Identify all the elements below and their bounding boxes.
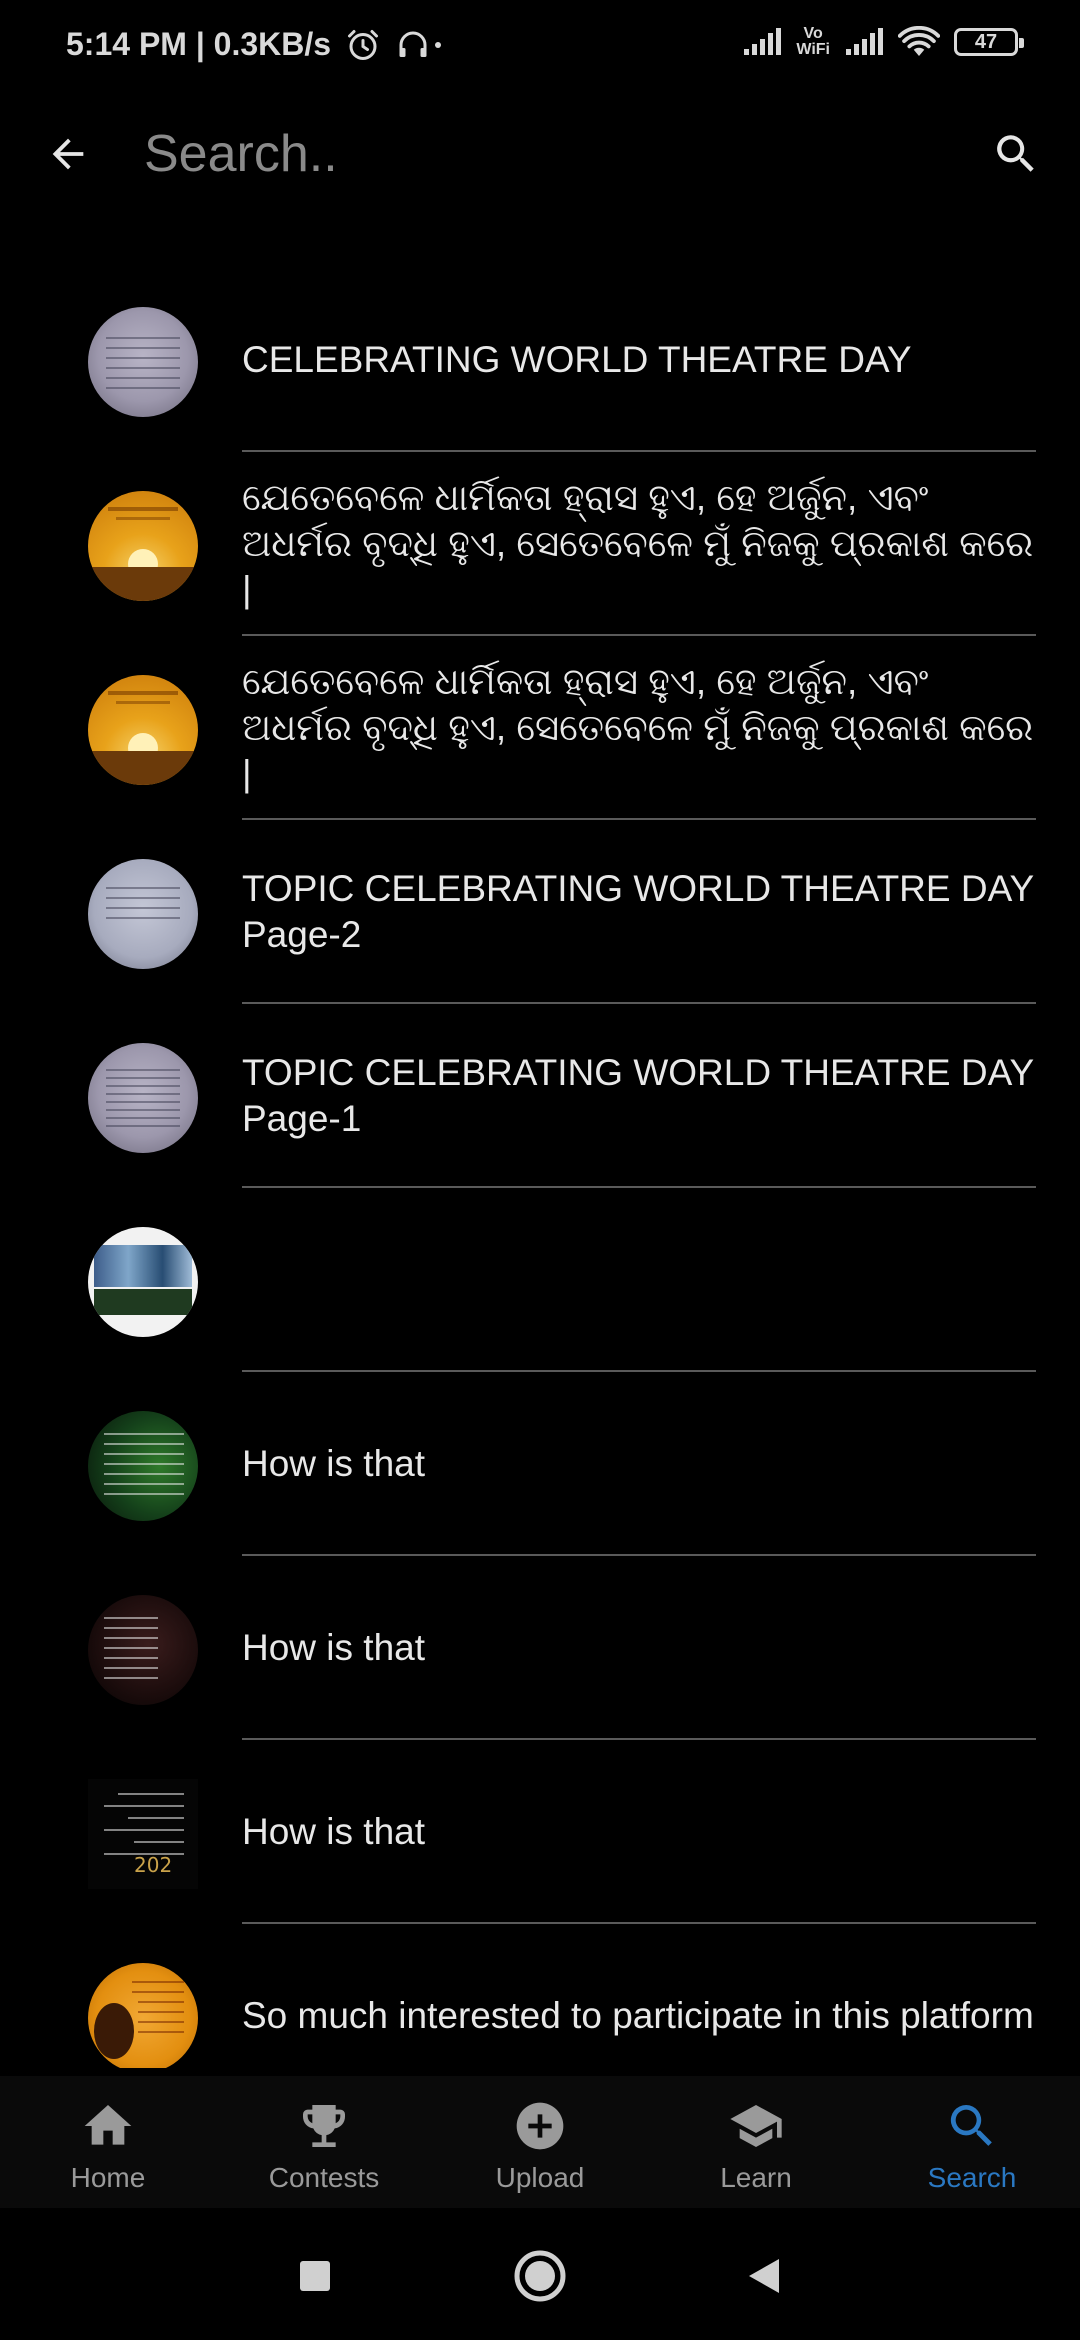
status-time-speed: 5:14 PM | 0.3KB/s (66, 26, 332, 62)
nav-upload-label: Upload (495, 2162, 585, 2193)
black-poem-thumbnail: 202 (88, 1779, 198, 1889)
bottom-nav: Home Contests Upload Learn Search (0, 2076, 1080, 2208)
triangle-back-icon (749, 2259, 779, 2293)
status-bar: 5:14 PM | 0.3KB/s Vo WiFi 47 (0, 0, 1080, 100)
back-system-button[interactable] (736, 2248, 792, 2304)
vowifi-top: Vo (803, 25, 823, 42)
nav-contests-label: Contests (268, 2162, 380, 2193)
home-icon (78, 2096, 138, 2156)
handwritten-page-thumbnail (88, 1043, 198, 1153)
green-poem-thumbnail (88, 1411, 198, 1521)
sunset-poster-thumbnail (88, 675, 198, 785)
nav-home[interactable]: Home (0, 2076, 216, 2208)
handwritten-page-thumbnail (88, 859, 198, 969)
system-nav-bar (0, 2208, 1080, 2340)
year-mark: 202 (134, 1853, 173, 1877)
nav-search[interactable]: Search (864, 2076, 1080, 2208)
cell-signal-icon-2 (846, 28, 883, 55)
result-title: TOPIC CELEBRATING WORLD THEATRE DAY Page… (242, 868, 1034, 955)
nav-home-label: Home (70, 2162, 146, 2193)
result-title: How is that (242, 1811, 426, 1852)
wifi-icon (898, 26, 940, 56)
status-right: Vo WiFi 47 (742, 26, 1024, 58)
list-item[interactable]: CELEBRATING WORLD THEATRE DAY (0, 268, 1080, 452)
trophy-icon (294, 2096, 354, 2156)
alarm-icon (348, 29, 379, 60)
square-icon (300, 2261, 330, 2291)
result-title: How is that (242, 1443, 426, 1484)
list-item[interactable]: ଯେତେବେଳେ ଧାର୍ମିକତା ହ୍ରାସ ହୁଏ, ହେ ଅର୍ଜୁନ,… (0, 452, 1080, 636)
back-button[interactable] (36, 122, 100, 186)
cell-signal-icon (744, 28, 782, 55)
battery-level: 47 (974, 30, 998, 53)
result-title: ଯେତେବେଳେ ଧାର୍ମିକତା ହ୍ରାସ ହୁଏ, ହେ ଅର୍ଜୁନ,… (242, 661, 1034, 794)
list-item[interactable]: So much interested to participate in thi… (0, 1924, 1080, 2068)
orange-portrait-thumbnail (88, 1963, 198, 2068)
result-title: So much interested to participate in thi… (242, 1995, 1034, 2036)
search-input[interactable] (144, 118, 944, 190)
search-button[interactable] (982, 122, 1050, 186)
list-item[interactable]: TOPIC CELEBRATING WORLD THEATRE DAY Page… (0, 820, 1080, 1004)
home-system-button[interactable] (512, 2248, 568, 2304)
search-icon (942, 2096, 1002, 2156)
result-title: TOPIC CELEBRATING WORLD THEATRE DAY Page… (242, 1052, 1034, 1139)
list-item[interactable]: ଯେତେବେଳେ ଧାର୍ମିକତା ହ୍ରାସ ହୁଏ, ହେ ଅର୍ଜୁନ,… (0, 636, 1080, 820)
plus-circle-icon (510, 2096, 570, 2156)
battery-icon: 47 (954, 28, 1024, 56)
result-title (242, 1188, 1036, 1372)
result-title: ଯେତେବେଳେ ଧାର୍ମିକତା ହ୍ରାସ ହୁଏ, ହେ ଅର୍ଜୁନ,… (242, 477, 1034, 610)
circle-icon (514, 2250, 566, 2302)
nav-contests[interactable]: Contests (216, 2076, 432, 2208)
nav-upload[interactable]: Upload (432, 2076, 648, 2208)
list-item[interactable]: How is that (0, 1556, 1080, 1740)
search-icon (997, 135, 1034, 172)
headset-icon (399, 31, 427, 57)
list-item[interactable] (0, 1188, 1080, 1372)
nav-search-label: Search (927, 2162, 1017, 2193)
handwritten-page-thumbnail (88, 307, 198, 417)
list-item[interactable]: TOPIC CELEBRATING WORLD THEATRE DAY Page… (0, 1004, 1080, 1188)
arrow-left-icon (52, 138, 84, 170)
dark-poem-thumbnail (88, 1595, 198, 1705)
graduation-cap-icon (726, 2096, 786, 2156)
list-item[interactable]: 202 How is that (0, 1740, 1080, 1924)
search-toolbar (0, 100, 1080, 210)
banner-thumbnail (88, 1227, 198, 1337)
vowifi-icon: Vo WiFi (796, 26, 830, 58)
result-title: How is that (242, 1627, 426, 1668)
notification-dot-icon (435, 41, 442, 48)
sunset-poster-thumbnail (88, 491, 198, 601)
status-left: 5:14 PM | 0.3KB/s (66, 26, 442, 63)
recents-button[interactable] (287, 2248, 343, 2304)
search-results-list: CELEBRATING WORLD THEATRE DAY ଯେତେବେଳେ ଧ… (0, 268, 1080, 2068)
nav-learn-label: Learn (720, 2162, 792, 2193)
vowifi-bottom: WiFi (796, 41, 830, 58)
list-item[interactable]: How is that (0, 1372, 1080, 1556)
result-title: CELEBRATING WORLD THEATRE DAY (242, 339, 912, 380)
nav-learn[interactable]: Learn (648, 2076, 864, 2208)
